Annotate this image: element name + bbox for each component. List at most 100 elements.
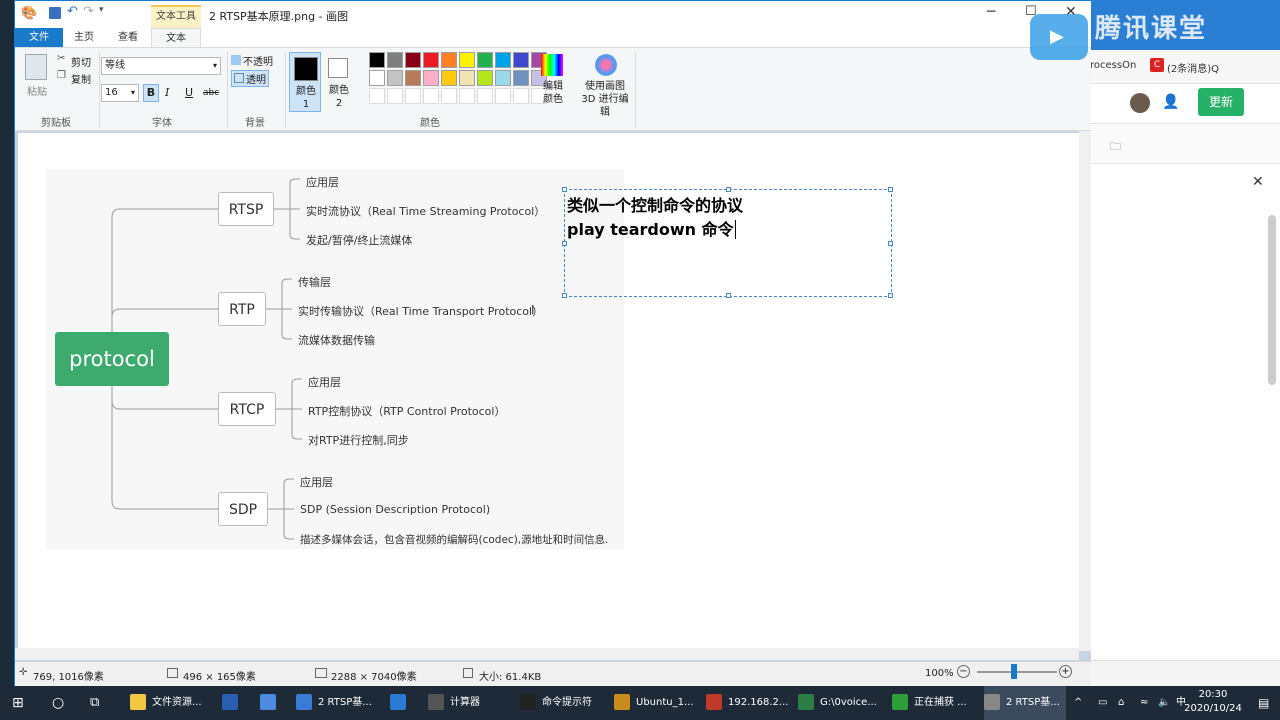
color-swatch[interactable] xyxy=(441,52,457,68)
italic-button[interactable]: I xyxy=(165,86,169,99)
paste-button[interactable]: 粘贴 xyxy=(27,83,47,98)
cut-button[interactable]: 剪切 xyxy=(71,54,91,69)
color-swatch[interactable] xyxy=(441,70,457,86)
custom-color-slot[interactable] xyxy=(441,88,457,104)
color-swatch[interactable] xyxy=(405,70,421,86)
taskbar-app[interactable]: 2 RTSP基... xyxy=(984,686,1066,720)
notification-icon[interactable]: ▤ xyxy=(1258,686,1269,720)
custom-color-slot[interactable] xyxy=(513,88,529,104)
search-icon[interactable]: ○ xyxy=(52,686,64,720)
custom-color-slot[interactable] xyxy=(423,88,439,104)
taskbar-app[interactable]: 192.168.2... xyxy=(706,686,788,720)
opaque-option[interactable]: 不透明 xyxy=(231,53,273,68)
redo-icon[interactable]: ↷ xyxy=(83,4,94,19)
minimize-button[interactable]: ─ xyxy=(987,4,995,20)
resize-handle[interactable] xyxy=(888,241,893,246)
browser-tab-processon[interactable]: rocessOn xyxy=(1090,60,1136,71)
custom-color-slot[interactable] xyxy=(405,88,421,104)
color-swatch[interactable] xyxy=(513,52,529,68)
font-group-label: 字体 xyxy=(152,118,172,129)
taskbar-app[interactable]: G:\0voice... xyxy=(798,686,877,720)
strikethrough-button[interactable]: abc xyxy=(203,88,219,98)
taskbar-app[interactable] xyxy=(390,686,412,720)
add-user-icon[interactable]: 👤 xyxy=(1162,94,1179,110)
tab-text[interactable]: 文本 xyxy=(151,28,201,47)
zoom-in-button[interactable]: + xyxy=(1059,665,1072,678)
taskbar-app[interactable]: 正在捕获 ... xyxy=(892,686,967,720)
underline-button[interactable]: U xyxy=(185,86,193,99)
browser-tab-csdn[interactable]: (2条消息)Q xyxy=(1167,60,1219,75)
scrollbar[interactable] xyxy=(1268,215,1276,385)
edit-colors-icon[interactable] xyxy=(541,54,563,76)
color-swatch[interactable] xyxy=(405,52,421,68)
font-size-select[interactable]: 16 ▾ xyxy=(101,84,139,102)
taskbar-app[interactable] xyxy=(260,686,282,720)
color-swatch[interactable] xyxy=(423,52,439,68)
resize-handle[interactable] xyxy=(562,187,567,192)
paint3d-icon[interactable] xyxy=(595,54,617,76)
resize-handle[interactable] xyxy=(888,293,893,298)
avatar[interactable] xyxy=(1130,93,1150,113)
font-family-select[interactable]: 等线 ▾ xyxy=(101,57,221,75)
color-swatch[interactable] xyxy=(459,52,475,68)
resize-handle[interactable] xyxy=(888,187,893,192)
tray-chevron-icon[interactable]: ^ xyxy=(1074,686,1082,720)
taskbar-app[interactable] xyxy=(222,686,244,720)
color-swatch[interactable] xyxy=(459,70,475,86)
tab-file[interactable]: 文件 xyxy=(15,28,63,47)
zoom-slider[interactable] xyxy=(977,671,1057,673)
undo-icon[interactable]: ↶ xyxy=(67,4,78,19)
taskbar-app[interactable]: 文件资源... xyxy=(130,686,202,720)
tab-view[interactable]: 查看 xyxy=(107,28,149,47)
color-swatch[interactable] xyxy=(513,70,529,86)
color-swatch[interactable] xyxy=(387,70,403,86)
custom-color-slot[interactable] xyxy=(459,88,475,104)
zoom-out-button[interactable]: − xyxy=(957,665,970,678)
close-icon[interactable]: ✕ xyxy=(1252,174,1264,190)
vertical-scrollbar[interactable] xyxy=(1079,131,1091,651)
custom-color-slot[interactable] xyxy=(387,88,403,104)
color-swatch[interactable] xyxy=(423,70,439,86)
taskbar-app[interactable]: 2 RTSP基... xyxy=(296,686,372,720)
save-icon[interactable] xyxy=(49,7,61,19)
color-swatch[interactable] xyxy=(495,70,511,86)
color-swatch[interactable] xyxy=(477,52,493,68)
custom-color-slot[interactable] xyxy=(495,88,511,104)
color-swatch[interactable] xyxy=(477,70,493,86)
clock[interactable]: 20:30 2020/10/24 xyxy=(1178,688,1248,716)
volume-icon[interactable]: 🔈 xyxy=(1158,686,1170,720)
zoom-slider-thumb[interactable] xyxy=(1011,664,1017,679)
wifi-icon[interactable]: ≈ xyxy=(1140,686,1148,720)
copy-button[interactable]: 复制 xyxy=(71,71,91,86)
canvas[interactable]: protocol RTSP 应用层 实时流协议（Real Time Stream… xyxy=(18,133,1088,648)
resize-handle[interactable] xyxy=(726,187,731,192)
quick-access-dropdown-icon[interactable]: ▾ xyxy=(99,5,104,15)
color-swatch[interactable] xyxy=(495,52,511,68)
horizontal-scrollbar[interactable] xyxy=(15,648,1079,660)
taskbar-app[interactable]: 命令提示符 xyxy=(520,686,592,720)
tab-home[interactable]: 主页 xyxy=(63,28,105,47)
resize-handle[interactable] xyxy=(562,293,567,298)
color-swatch[interactable] xyxy=(387,52,403,68)
transparent-option[interactable]: 透明 xyxy=(231,70,269,87)
windows-start-icon[interactable]: ⊞ xyxy=(12,686,24,720)
bold-button[interactable]: B xyxy=(143,84,159,102)
taskbar-app[interactable]: Ubuntu_1... xyxy=(614,686,694,720)
custom-color-slot[interactable] xyxy=(369,88,385,104)
custom-color-slot[interactable] xyxy=(477,88,493,104)
task-view-icon[interactable]: ⧉ xyxy=(90,686,99,720)
color1-button[interactable]: 颜色 1 xyxy=(289,52,321,112)
resize-handle[interactable] xyxy=(726,293,731,298)
resize-handle[interactable] xyxy=(562,241,567,246)
color2-button[interactable]: 颜色 2 xyxy=(323,52,355,112)
taskbar-app[interactable]: 计算器 xyxy=(428,686,480,720)
paint3d-button[interactable]: 使用画图 3D 进行编辑 xyxy=(577,80,633,119)
paste-icon[interactable] xyxy=(25,54,47,80)
color-swatch[interactable] xyxy=(369,52,385,68)
folder-icon[interactable]: 🗀 xyxy=(1110,138,1121,157)
update-button[interactable]: 更新 xyxy=(1198,88,1244,116)
text-box[interactable]: 类似一个控制命令的协议 play teardown 命令​ xyxy=(562,187,893,298)
color-swatch[interactable] xyxy=(369,70,385,86)
network-icon[interactable]: ⌂ xyxy=(1118,686,1124,720)
edit-colors-button[interactable]: 编辑颜色 xyxy=(539,80,567,106)
